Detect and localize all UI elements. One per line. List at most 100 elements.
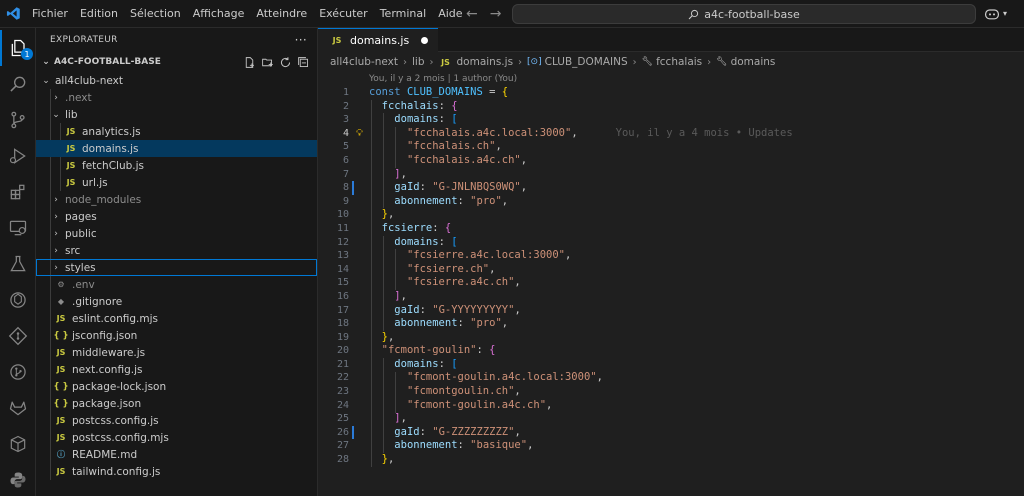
run-debug-icon[interactable] <box>0 138 36 174</box>
git-blame-header[interactable]: You, il y a 2 mois | 1 author (You) <box>318 72 1024 86</box>
line-number: 15 <box>336 277 349 289</box>
code-line[interactable]: 20 "fcmont-goulin": { <box>318 344 1024 358</box>
python-icon[interactable] <box>0 462 36 496</box>
tree-file[interactable]: JS eslint.config.mjs <box>36 310 317 327</box>
tree-file[interactable]: { } package-lock.json <box>36 378 317 395</box>
code-line[interactable]: 22 "fcmont-goulin.a4c.local:3000", <box>318 371 1024 385</box>
menu-item[interactable]: Edition <box>74 0 124 28</box>
tree-file[interactable]: JS tailwind.config.js <box>36 463 317 480</box>
unsaved-dot-icon[interactable] <box>421 37 429 44</box>
remote-explorer-icon[interactable] <box>0 210 36 246</box>
menu-item[interactable]: Exécuter <box>313 0 374 28</box>
git-graph-icon[interactable] <box>0 318 36 354</box>
tree-folder[interactable]: › pages <box>36 208 317 225</box>
code-editor[interactable]: 1 const CLUB_DOMAINS = {2 fcchalais: {3 d… <box>318 86 1024 467</box>
explorer-files-icon[interactable]: 1 <box>0 30 36 66</box>
git-modified-marker[interactable] <box>352 181 354 195</box>
code-line[interactable]: 3 domains: [ <box>318 113 1024 127</box>
code-line[interactable]: 18 abonnement: "pro", <box>318 317 1024 331</box>
tree-folder[interactable]: › public <box>36 225 317 242</box>
code-line[interactable]: 17 gaId: "G-YYYYYYYYY", <box>318 304 1024 318</box>
new-file-icon[interactable] <box>242 54 257 70</box>
code-line[interactable]: 12 domains: [ <box>318 236 1024 250</box>
new-folder-icon[interactable] <box>260 54 275 70</box>
code-line[interactable]: 24 "fcmont-goulin.a4c.ch", <box>318 399 1024 413</box>
code-line[interactable]: 1 const CLUB_DOMAINS = { <box>318 86 1024 100</box>
tree-folder[interactable]: › src <box>36 242 317 259</box>
collapse-all-icon[interactable] <box>296 54 311 70</box>
tree-file[interactable]: JS middleware.js <box>36 344 317 361</box>
code-line[interactable]: 21 domains: [ <box>318 358 1024 372</box>
code-line[interactable]: 6 "fcchalais.a4c.ch", <box>318 154 1024 168</box>
git-modified-marker[interactable] <box>352 425 354 440</box>
code-line[interactable]: 11 fcsierre: { <box>318 222 1024 236</box>
tree-file[interactable]: ⚙ .env <box>36 276 317 293</box>
docker-icon[interactable] <box>0 282 36 318</box>
tree-file[interactable]: ◆ .gitignore <box>36 293 317 310</box>
tree-file[interactable]: JS postcss.config.js <box>36 412 317 429</box>
javascript-file-icon: JS <box>66 161 76 170</box>
menu-item[interactable]: Fichier <box>26 0 74 28</box>
code-line[interactable]: 13 "fcsierre.a4c.local:3000", <box>318 249 1024 263</box>
containers-icon[interactable] <box>0 426 36 462</box>
menu-item[interactable]: Terminal <box>374 0 433 28</box>
tree-file[interactable]: JS analytics.js <box>36 123 317 140</box>
search-icon[interactable] <box>0 66 36 102</box>
chevron-down-icon[interactable]: ▾ <box>1003 6 1007 22</box>
tree-file[interactable]: { } package.json <box>36 395 317 412</box>
code-line[interactable]: 14 "fcsierre.ch", <box>318 263 1024 277</box>
code-line[interactable]: 23 "fcmontgoulin.ch", <box>318 385 1024 399</box>
extensions-icon[interactable] <box>0 174 36 210</box>
code-line[interactable]: 25 ], <box>318 412 1024 426</box>
copilot-icon[interactable] <box>984 6 1002 22</box>
code-line[interactable]: 15 "fcsierre.a4c.ch", <box>318 276 1024 290</box>
source-control-icon[interactable] <box>0 102 36 138</box>
code-line[interactable]: 26 gaId: "G-ZZZZZZZZZ", <box>318 425 1024 440</box>
code-line[interactable]: 19 }, <box>318 331 1024 345</box>
menu-item[interactable]: Affichage <box>187 0 251 28</box>
tree-folder[interactable]: › .next <box>36 89 317 106</box>
tab-domains-js[interactable]: JS domains.js <box>318 28 439 52</box>
code-line[interactable]: 27 abonnement: "basique", <box>318 439 1024 453</box>
code-line[interactable]: 9 abonnement: "pro", <box>318 195 1024 209</box>
workspace-section-header[interactable]: ⌄ A4C-FOOTBALL-BASE <box>36 52 317 72</box>
more-actions-button[interactable]: ··· <box>295 33 307 47</box>
tree-folder[interactable]: ⌄ all4club-next <box>36 72 317 89</box>
code-line[interactable]: 7 ], <box>318 168 1024 182</box>
code-line[interactable]: 4 💡︎ "fcchalais.a4c.local:3000", You, il y… <box>318 127 1024 141</box>
breadcrumb-symbol[interactable]: domains <box>731 56 776 68</box>
breadcrumb-symbol[interactable]: fcchalais <box>656 56 702 68</box>
menu-item[interactable]: Sélection <box>124 0 187 28</box>
breadcrumb-folder[interactable]: lib <box>412 56 425 68</box>
tree-folder[interactable]: ⌄ lib <box>36 106 317 123</box>
tree-folder[interactable]: › node_modules <box>36 191 317 208</box>
code-line[interactable]: 10 }, <box>318 208 1024 222</box>
back-arrow-icon[interactable]: ← <box>466 6 478 22</box>
tree-file[interactable]: JS url.js <box>36 174 317 191</box>
tree-folder[interactable]: › styles <box>36 259 317 276</box>
testing-flask-icon[interactable] <box>0 246 36 282</box>
code-line[interactable]: 16 ], <box>318 290 1024 304</box>
tree-file[interactable]: JS next.config.js <box>36 361 317 378</box>
git-file-icon: ◆ <box>57 297 65 306</box>
tree-file[interactable]: JS fetchClub.js <box>36 157 317 174</box>
menu-item[interactable]: Aide <box>432 0 468 28</box>
code-line[interactable]: 8 gaId: "G-JNLNBQS0WQ", <box>318 181 1024 195</box>
breadcrumb-file[interactable]: domains.js <box>457 56 514 68</box>
tree-file[interactable]: { } jsconfig.json <box>36 327 317 344</box>
tree-file[interactable]: JS postcss.config.mjs <box>36 429 317 446</box>
gitlab-icon[interactable] <box>0 390 36 426</box>
code-line[interactable]: 28 }, <box>318 453 1024 467</box>
command-center-search[interactable]: a4c-football-base <box>512 4 976 24</box>
pull-requests-icon[interactable] <box>0 354 36 390</box>
code-line[interactable]: 5 "fcchalais.ch", <box>318 140 1024 154</box>
tree-file[interactable]: ⓘ README.md <box>36 446 317 463</box>
code-line[interactable]: 2 fcchalais: { <box>318 100 1024 114</box>
tree-file[interactable]: JS domains.js <box>36 140 317 157</box>
lightbulb-icon[interactable]: 💡︎ <box>356 127 363 141</box>
breadcrumb-folder[interactable]: all4club-next <box>330 56 398 68</box>
menu-item[interactable]: Atteindre <box>250 0 313 28</box>
forward-arrow-icon[interactable]: → <box>490 6 502 22</box>
breadcrumb-symbol[interactable]: CLUB_DOMAINS <box>545 56 628 68</box>
refresh-icon[interactable] <box>278 54 293 70</box>
